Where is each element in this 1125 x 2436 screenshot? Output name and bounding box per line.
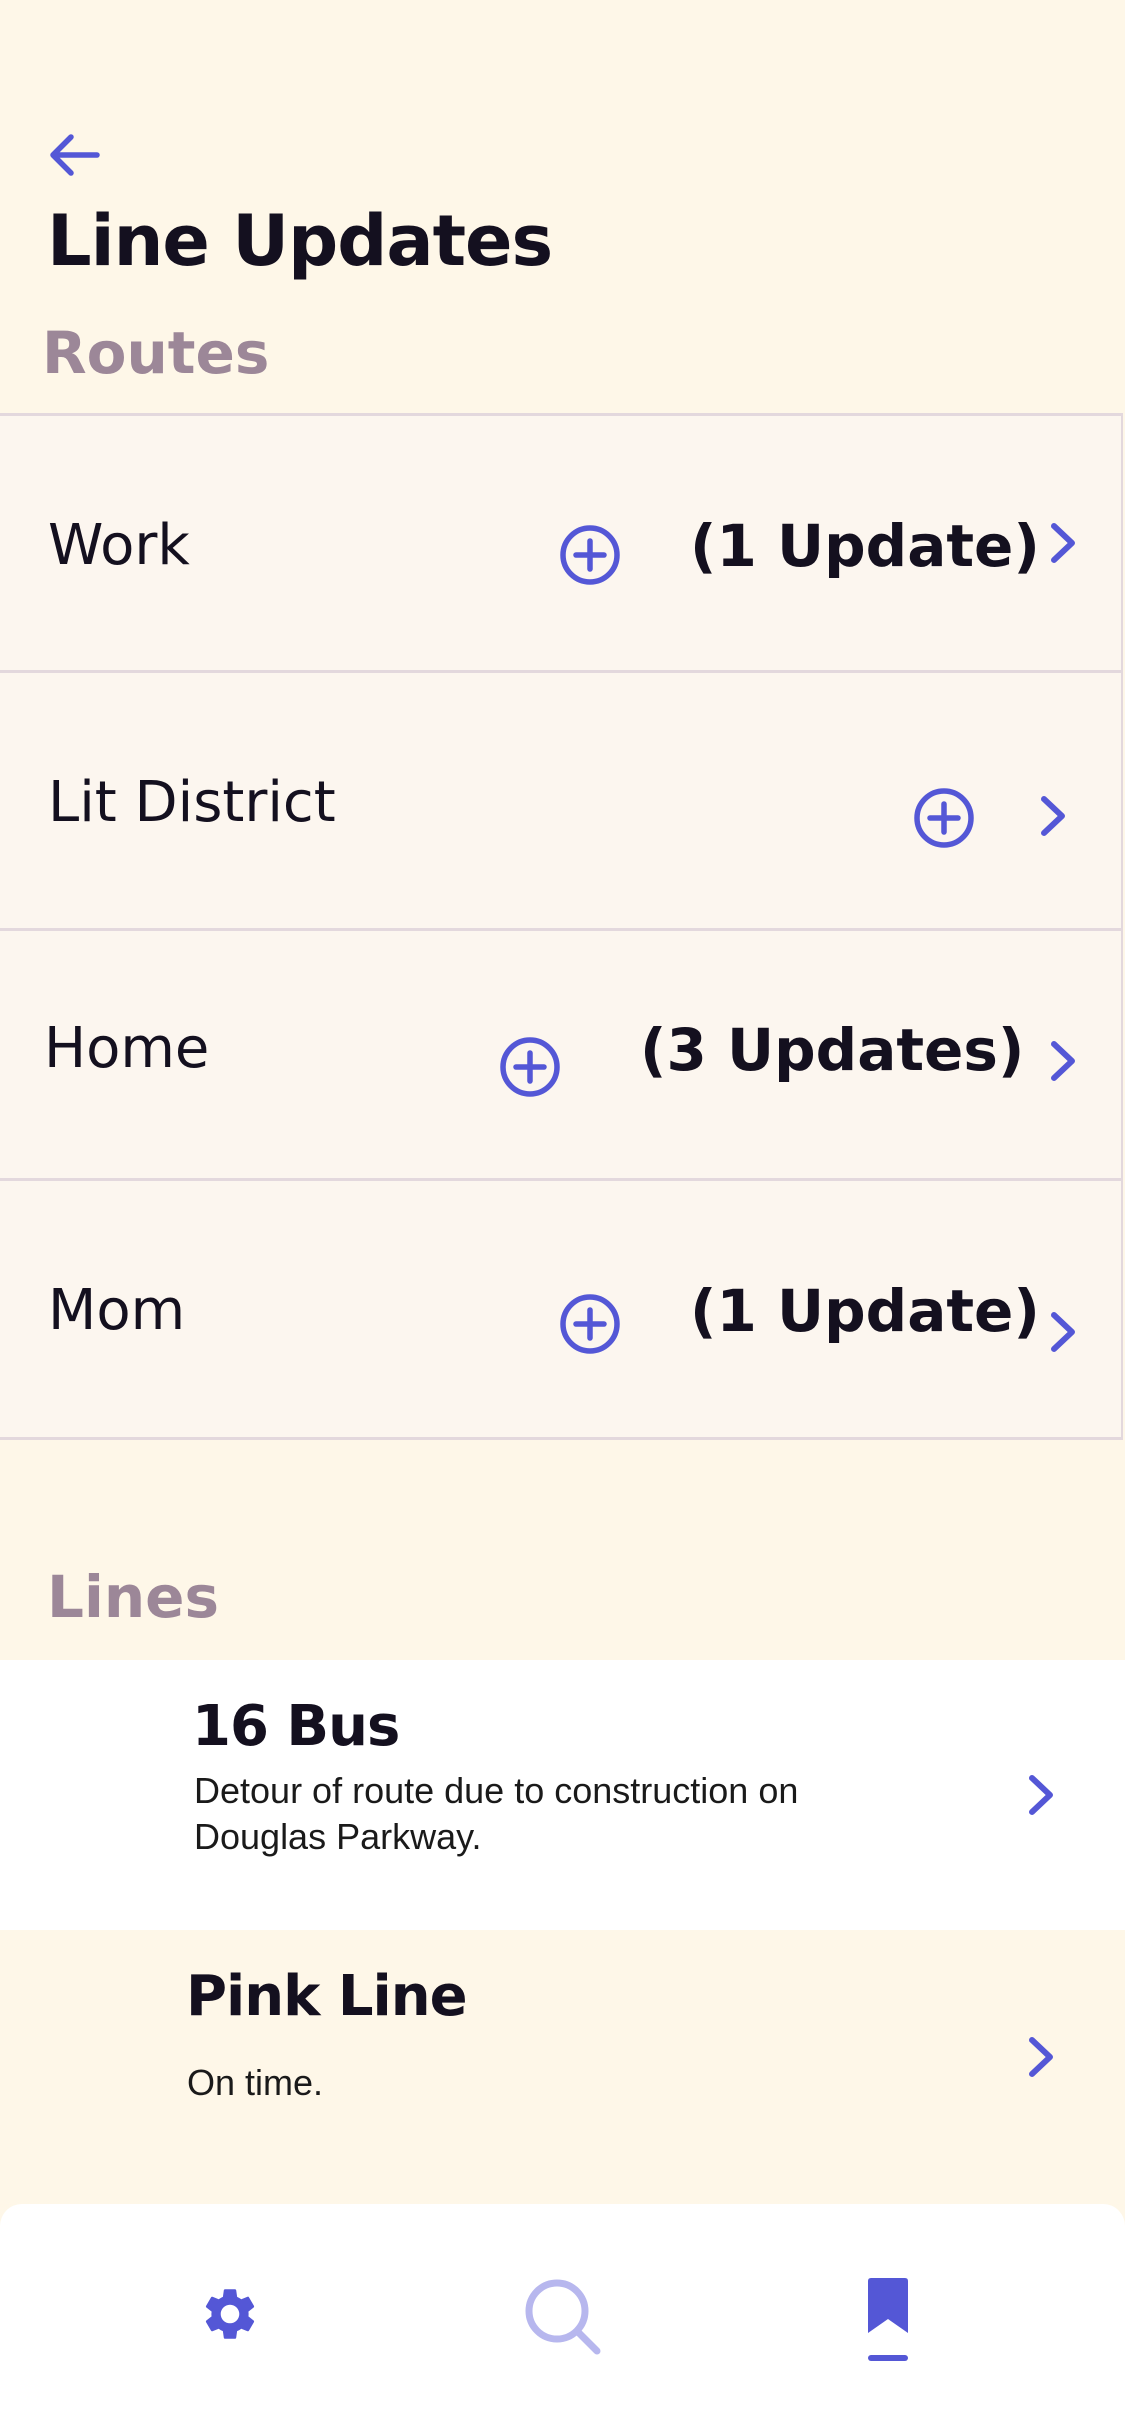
chevron-right-icon[interactable] (1020, 1770, 1060, 1820)
line-row-pink-line[interactable]: Pink Line On time. (0, 1930, 1125, 2204)
page-title: Line Updates (47, 200, 553, 282)
routes-section-label: Routes (42, 319, 270, 387)
lines-section-label: Lines (47, 1563, 219, 1631)
line-status: On time. (187, 2062, 324, 2103)
chevron-right-icon[interactable] (1042, 1036, 1082, 1086)
line-status: Detour of route due to construction on D… (194, 1770, 799, 1857)
chevron-right-icon[interactable] (1042, 518, 1082, 568)
chevron-right-icon[interactable] (1042, 1307, 1082, 1357)
search-icon (525, 2279, 601, 2355)
active-tab-indicator (868, 2355, 908, 2361)
bottom-nav (0, 2204, 1125, 2436)
nav-search-button[interactable] (508, 2262, 618, 2372)
bookmark-icon (868, 2278, 908, 2333)
nav-saved-button[interactable] (848, 2244, 928, 2394)
line-row-16-bus[interactable]: 16 Bus Detour of route due to constructi… (0, 1660, 1125, 1930)
route-update-count: (1 Update) (690, 1277, 1040, 1345)
route-row-home[interactable]: Home (3 Updates) (0, 928, 1123, 1181)
gear-icon (205, 2289, 255, 2339)
route-name: Mom (48, 1278, 186, 1343)
route-row-lit-district[interactable]: Lit District (0, 670, 1123, 931)
line-name: Pink Line (186, 1964, 468, 2029)
back-button[interactable] (40, 125, 106, 185)
route-row-mom[interactable]: Mom (1 Update) (0, 1178, 1123, 1440)
route-name: Work (48, 513, 190, 578)
route-name: Home (44, 1016, 210, 1081)
route-name: Lit District (48, 770, 336, 835)
arrow-left-icon (50, 134, 100, 176)
line-name: 16 Bus (192, 1694, 400, 1759)
route-row-work[interactable]: Work (1 Update) (0, 413, 1123, 673)
route-update-count: (3 Updates) (640, 1016, 1025, 1084)
add-circle-icon[interactable] (558, 1292, 622, 1356)
add-circle-icon[interactable] (558, 523, 622, 587)
nav-settings-button[interactable] (180, 2264, 280, 2364)
chevron-right-icon[interactable] (1032, 791, 1072, 841)
add-circle-icon[interactable] (498, 1035, 562, 1099)
add-circle-icon[interactable] (912, 786, 976, 850)
chevron-right-icon[interactable] (1020, 2032, 1060, 2082)
route-update-count: (1 Update) (690, 512, 1040, 580)
